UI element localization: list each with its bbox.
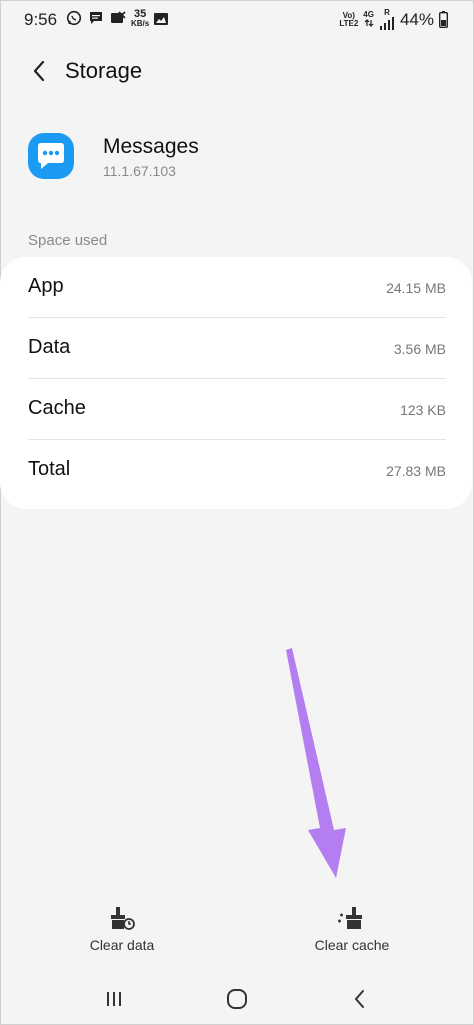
storage-card: App 24.15 MB Data 3.56 MB Cache 123 KB T… xyxy=(0,257,472,509)
recent-apps-icon xyxy=(107,992,121,1006)
network-type-indicator: 4G xyxy=(363,11,374,29)
clear-data-icon xyxy=(111,907,135,930)
storage-row-data: Data 3.56 MB xyxy=(0,318,474,379)
app-name: Messages xyxy=(103,135,199,158)
clear-data-button[interactable]: Clear data xyxy=(42,905,202,953)
status-time: 9:56 xyxy=(24,10,58,29)
storage-row-value: 27.83 MB xyxy=(386,463,446,479)
status-bar: 9:56 35 KB/s Vo) LTE2 4G R 44% xyxy=(0,0,474,40)
storage-row-label: Cache xyxy=(28,397,86,419)
notification-icons xyxy=(66,10,126,26)
back-button[interactable] xyxy=(24,56,54,86)
messages-app-icon xyxy=(28,133,74,179)
home-button[interactable] xyxy=(217,985,257,1013)
storage-row-label: Total xyxy=(28,458,71,480)
gallery-icon xyxy=(154,13,168,25)
nav-back-button[interactable] xyxy=(340,985,380,1013)
page-title: Storage xyxy=(65,58,143,83)
storage-row-label: App xyxy=(28,275,64,297)
nav-back-icon xyxy=(354,990,364,1008)
battery-icon xyxy=(439,11,448,28)
lte-label: LTE2 xyxy=(339,19,359,28)
recent-apps-button[interactable] xyxy=(94,985,134,1013)
section-label-space-used: Space used xyxy=(28,232,108,249)
network-speed-indicator: 35 KB/s xyxy=(131,9,149,28)
back-arrow-icon xyxy=(33,60,45,82)
storage-row-total: Total 27.83 MB xyxy=(0,440,474,501)
storage-row-cache: Cache 123 KB xyxy=(0,379,474,440)
clear-cache-label: Clear cache xyxy=(314,937,390,953)
net-speed-unit: KB/s xyxy=(131,19,150,28)
home-icon xyxy=(227,989,247,1009)
storage-row-label: Data xyxy=(28,336,71,358)
chat-bubble-icon xyxy=(38,143,64,169)
storage-row-value: 24.15 MB xyxy=(386,280,446,296)
roaming-indicator: R xyxy=(379,9,395,31)
battery-percent: 44% xyxy=(399,10,434,29)
clear-data-label: Clear data xyxy=(89,937,155,953)
clear-cache-icon xyxy=(338,907,362,929)
roaming-label: R xyxy=(384,8,390,17)
storage-row-value: 3.56 MB xyxy=(393,341,446,357)
app-version: 11.1.67.103 xyxy=(103,163,176,179)
network-type-label: 4G xyxy=(363,10,374,19)
annotation-arrow-icon xyxy=(286,648,346,878)
navigation-bar xyxy=(0,975,474,1023)
status-right: Vo) LTE2 4G R 44% xyxy=(339,9,434,31)
message-notification-icon xyxy=(90,12,102,24)
storage-row-value: 123 KB xyxy=(400,402,446,418)
volte-indicator: Vo) LTE2 xyxy=(339,12,358,28)
storage-row-app: App 24.15 MB xyxy=(0,257,474,318)
data-arrows-icon xyxy=(364,19,374,27)
whatsapp-icon xyxy=(66,10,82,26)
clear-cache-button[interactable]: Clear cache xyxy=(272,905,432,953)
missed-call-icon xyxy=(111,11,126,23)
signal-icon xyxy=(379,17,394,30)
